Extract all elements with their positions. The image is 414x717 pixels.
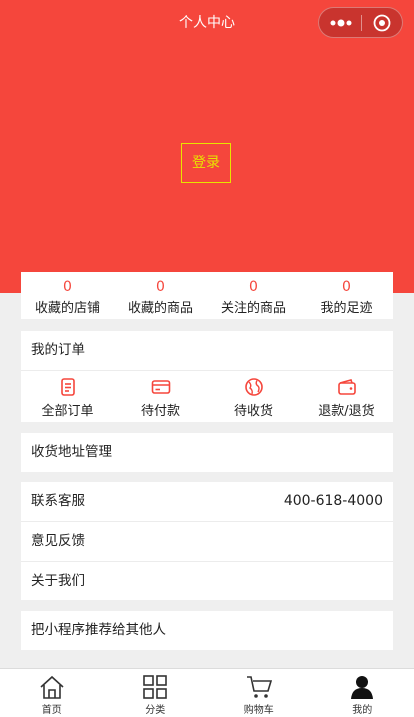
login-button[interactable]: 登录 (181, 143, 231, 183)
tab-bar: 首页 分类 购物车 我的 (0, 668, 414, 717)
order-list-icon (58, 377, 78, 397)
about-us-row[interactable]: 关于我们 (21, 562, 393, 601)
close-miniprogram-icon[interactable] (373, 14, 391, 32)
stat-label: 关注的商品 (207, 297, 300, 316)
stats-bar: 0 收藏的店铺 0 收藏的商品 0 关注的商品 0 我的足迹 (21, 272, 393, 319)
order-pending-receipt[interactable]: 待收货 (207, 371, 300, 422)
order-refund[interactable]: 退款/退货 (300, 371, 393, 422)
miniprogram-capsule (318, 7, 403, 38)
card-icon (151, 377, 171, 397)
stat-footprint[interactable]: 0 我的足迹 (300, 272, 393, 319)
order-item-label: 待收货 (207, 400, 300, 419)
tab-category[interactable]: 分类 (104, 669, 208, 717)
grid-icon (141, 674, 169, 700)
order-item-label: 全部订单 (21, 400, 114, 419)
cart-icon (245, 674, 273, 700)
profile-header: 个人中心 登录 (0, 0, 414, 293)
stat-favorite-goods[interactable]: 0 收藏的商品 (114, 272, 207, 319)
stat-count: 0 (21, 279, 114, 296)
stat-favorite-shops[interactable]: 0 收藏的店铺 (21, 272, 114, 319)
tab-label: 我的 (311, 701, 414, 716)
contact-service-row[interactable]: 联系客服 400-618-4000 (21, 482, 393, 522)
tab-label: 分类 (104, 701, 208, 716)
capsule-divider (361, 15, 362, 31)
order-pending-payment[interactable]: 待付款 (114, 371, 207, 422)
service-phone[interactable]: 400-618-4000 (284, 482, 383, 521)
tab-label: 首页 (0, 701, 104, 716)
user-icon (348, 674, 376, 700)
my-orders-row[interactable]: 我的订单 (21, 331, 393, 371)
share-card: 把小程序推荐给其他人 (21, 611, 393, 650)
order-item-label: 退款/退货 (300, 400, 393, 419)
tab-home[interactable]: 首页 (0, 669, 104, 717)
home-icon (38, 674, 66, 700)
address-management-row[interactable]: 收货地址管理 (21, 433, 393, 472)
service-card: 联系客服 400-618-4000 意见反馈 关于我们 (21, 482, 393, 600)
tab-mine[interactable]: 我的 (311, 669, 414, 717)
stat-label: 我的足迹 (300, 297, 393, 316)
more-icon[interactable] (329, 17, 353, 29)
tab-label: 购物车 (207, 701, 311, 716)
orders-card: 我的订单 全部订单 待付款 待收货 (21, 331, 393, 422)
contact-service-label: 联系客服 (31, 493, 85, 509)
order-item-label: 待付款 (114, 400, 207, 419)
wallet-icon (337, 377, 357, 397)
order-all[interactable]: 全部订单 (21, 371, 114, 422)
stat-count: 0 (300, 279, 393, 296)
stat-count: 0 (207, 279, 300, 296)
tab-cart[interactable]: 购物车 (207, 669, 311, 717)
order-status-list: 全部订单 待付款 待收货 退款/退货 (21, 371, 393, 422)
stat-label: 收藏的商品 (114, 297, 207, 316)
stat-count: 0 (114, 279, 207, 296)
stat-label: 收藏的店铺 (21, 297, 114, 316)
address-card: 收货地址管理 (21, 433, 393, 472)
feedback-row[interactable]: 意见反馈 (21, 522, 393, 562)
share-miniprogram-row[interactable]: 把小程序推荐给其他人 (21, 611, 393, 650)
globe-icon (244, 377, 264, 397)
stat-followed-goods[interactable]: 0 关注的商品 (207, 272, 300, 319)
